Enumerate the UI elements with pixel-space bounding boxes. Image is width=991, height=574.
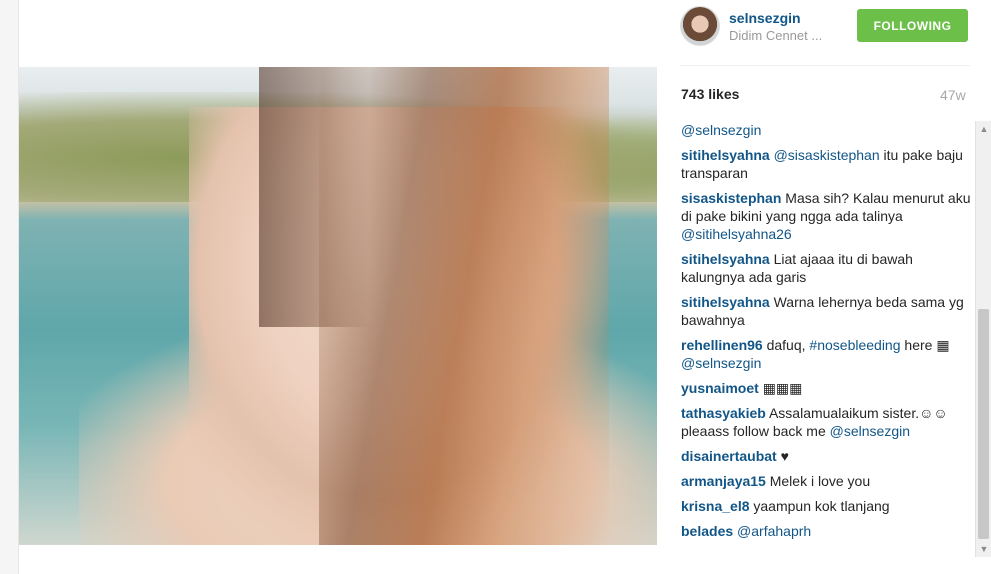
header-divider	[680, 65, 970, 66]
following-button[interactable]: FOLLOWING	[857, 9, 968, 42]
comment-username[interactable]: rehellinen96	[681, 337, 763, 353]
comment-mention[interactable]: @selnsezgin	[681, 355, 761, 371]
comment-mention[interactable]: @selnsezgin	[681, 122, 761, 138]
likes-count[interactable]: 743 likes	[681, 86, 739, 102]
comment-item: armanjaya15 Melek i love you	[681, 472, 973, 490]
location-link[interactable]: Didim Cennet ...	[729, 28, 822, 43]
comment-text: ▦▦▦	[762, 380, 803, 396]
comment-username[interactable]: krisna_el8	[681, 498, 750, 514]
comment-item: sitihelsyahna Warna lehernya beda sama y…	[681, 293, 973, 329]
comment-mention[interactable]: @arfahaprh	[737, 523, 811, 539]
comment-text: ♥	[780, 448, 789, 464]
comment-username[interactable]: sisaskistephan	[681, 190, 781, 206]
post-time[interactable]: 47w	[940, 87, 966, 103]
post-header: selnsezgin Didim Cennet ... FOLLOWING	[680, 6, 970, 48]
comment-text: here ▦	[900, 337, 954, 353]
comment-item: rehellinen96 dafuq, #nosebleeding here ▦…	[681, 336, 973, 372]
comment-username[interactable]: sitihelsyahna	[681, 147, 770, 163]
comment-item: yusnaimoet ▦▦▦	[681, 379, 973, 397]
comment-username[interactable]: sitihelsyahna	[681, 251, 770, 267]
comment-username[interactable]: belades	[681, 523, 733, 539]
comment-mention[interactable]: @sisaskistephan	[774, 147, 880, 163]
comment-username[interactable]: sitihelsyahna	[681, 294, 770, 310]
photo-hair-right	[319, 67, 609, 545]
post-photo[interactable]	[19, 67, 657, 545]
down-arrow-icon[interactable]: ▼	[976, 541, 991, 557]
comment-item: krisna_el8 yaampun kok tlanjang	[681, 497, 973, 515]
comment-text: Melek i love you	[769, 473, 871, 489]
comment-item: sitihelsyahna @sisaskistephan itu pake b…	[681, 146, 973, 182]
comment-item: belades @arfahaprh	[681, 522, 973, 540]
scrollbar-thumb[interactable]	[978, 309, 989, 539]
comment-hashtag[interactable]: #nosebleeding	[809, 337, 900, 353]
comment-text: yaampun kok tlanjang	[753, 498, 890, 514]
comment-item: sitihelsyahna Liat ajaaa itu di bawah ka…	[681, 250, 973, 286]
comment-username[interactable]: tathasyakieb	[681, 405, 766, 421]
avatar[interactable]	[680, 6, 720, 46]
comment-item: tathasyakieb Assalamualaikum sister.☺☺pl…	[681, 404, 973, 440]
comments-list: @selnsezgin sitihelsyahna @sisaskistephan…	[681, 121, 973, 561]
comment-item: @selnsezgin	[681, 121, 973, 139]
left-gutter	[0, 0, 19, 574]
comment-text: dafuq,	[766, 337, 810, 353]
comments-scrollbar[interactable]: ▲ ▼	[975, 121, 991, 557]
comment-mention[interactable]: @sitihelsyahna26	[681, 226, 792, 242]
comment-username[interactable]: yusnaimoet	[681, 380, 759, 396]
comment-item: sisaskistephan Masa sih? Kalau menurut a…	[681, 189, 973, 243]
comment-mention[interactable]: @selnsezgin	[830, 423, 910, 439]
comment-item: disainertaubat ♥	[681, 447, 973, 465]
up-arrow-icon[interactable]: ▲	[976, 121, 991, 137]
comment-username[interactable]: armanjaya15	[681, 473, 766, 489]
comment-username[interactable]: disainertaubat	[681, 448, 777, 464]
username-link[interactable]: selnsezgin	[729, 10, 801, 26]
